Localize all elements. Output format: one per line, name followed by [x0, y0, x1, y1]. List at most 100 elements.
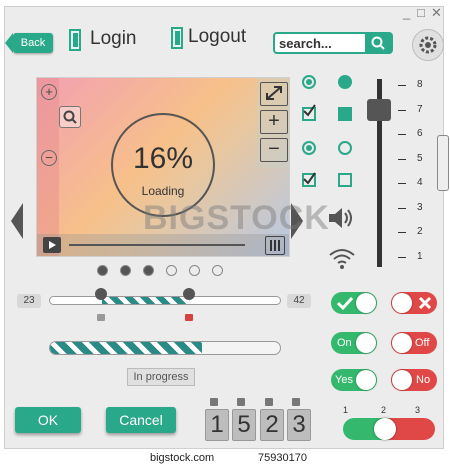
search-button[interactable] — [365, 34, 391, 52]
maximize-icon[interactable]: □ — [417, 6, 425, 21]
wifi-icon[interactable] — [327, 245, 357, 271]
close-icon[interactable]: ✕ — [431, 6, 442, 21]
page-dot-3[interactable] — [143, 265, 154, 276]
slider-tick-label: 6 — [417, 128, 423, 139]
settings-button[interactable] — [412, 29, 444, 61]
loading-label: Loading — [141, 184, 185, 198]
counter-knob[interactable] — [265, 398, 273, 406]
minimize-icon[interactable]: _ — [403, 6, 410, 21]
slider-tick — [398, 158, 406, 160]
toggle-knob — [392, 293, 412, 313]
seek-bar[interactable] — [69, 244, 245, 246]
fullscreen-button[interactable] — [260, 82, 288, 106]
watermark-footer: bigstock.com 75930170 — [0, 449, 450, 470]
view-tools: + − — [257, 78, 289, 168]
page-dot-5[interactable] — [189, 265, 200, 276]
counter-digit[interactable]: 5 — [232, 409, 256, 441]
slider-tick — [398, 134, 406, 135]
slider-tick-label: 8 — [417, 79, 423, 90]
zoom-plus-button[interactable]: + — [260, 110, 288, 134]
loading-percent: 16% — [132, 142, 194, 175]
no-label: No — [416, 374, 431, 386]
scroll-handle[interactable] — [437, 135, 449, 191]
ok-button[interactable]: OK — [15, 407, 81, 433]
counter-digit[interactable]: 3 — [287, 409, 311, 441]
range-min-value: 23 — [17, 294, 41, 308]
radio-4[interactable] — [338, 141, 352, 155]
on-label: On — [337, 337, 352, 349]
close-icon — [418, 296, 432, 310]
search-icon — [371, 36, 385, 50]
watermark-brand: BIGSTOCK — [143, 199, 330, 237]
slider-tick-label: 3 — [417, 201, 423, 213]
counter-knob[interactable] — [210, 398, 218, 406]
checkbox-1[interactable] — [302, 104, 316, 121]
search-box[interactable]: search... — [273, 32, 393, 54]
toggle-knob — [356, 370, 376, 390]
vertical-slider-thumb[interactable] — [367, 99, 391, 121]
tri-label-1: 1 — [343, 405, 349, 415]
no-toggle[interactable]: No — [391, 369, 437, 391]
page-dot-1[interactable] — [97, 265, 108, 276]
play-button[interactable] — [43, 237, 61, 253]
equalizer-button[interactable] — [265, 236, 285, 255]
yes-toggle[interactable]: Yes — [331, 369, 377, 391]
volume-icon[interactable] — [327, 205, 357, 231]
slider-tick-label: 1 — [417, 250, 423, 262]
check-icon — [303, 104, 316, 117]
watermark-site: bigstock.com — [150, 452, 215, 464]
counter-knob[interactable] — [292, 398, 300, 406]
slider-tick — [398, 85, 406, 86]
page-dot-4[interactable] — [166, 265, 177, 276]
slider-tick-label: 7 — [417, 103, 423, 115]
range-handle-left[interactable] — [95, 288, 107, 300]
page-dot-2[interactable] — [120, 265, 131, 276]
counter-digit[interactable]: 2 — [260, 409, 284, 441]
slider-tick — [398, 207, 406, 209]
login-door-icon[interactable] — [69, 29, 81, 51]
cancel-button[interactable]: Cancel — [106, 407, 176, 433]
check-toggle[interactable] — [331, 292, 377, 314]
cross-toggle[interactable] — [391, 292, 437, 314]
tri-label-3: 3 — [415, 405, 421, 415]
toggle-knob — [392, 333, 412, 353]
equalizer-icon — [270, 240, 280, 251]
counter-knob[interactable] — [237, 398, 245, 406]
slider-tick — [398, 109, 406, 111]
zoom-in-button[interactable]: + — [41, 84, 57, 100]
check-icon — [336, 296, 354, 311]
page-dot-6[interactable] — [212, 265, 223, 276]
magnifier-button[interactable] — [59, 106, 81, 128]
slider-tick-label: 2 — [417, 226, 423, 237]
watermark-id: 75930170 — [258, 452, 307, 464]
range-slider-track[interactable] — [49, 296, 281, 305]
back-button[interactable]: Back — [5, 33, 53, 53]
window-frame: _ □ ✕ Back Login Logout search... + − + … — [4, 6, 449, 449]
range-max-value: 42 — [287, 294, 311, 308]
tri-toggle-knob[interactable] — [374, 418, 396, 440]
yes-label: Yes — [335, 374, 353, 386]
zoom-out-button[interactable]: − — [41, 150, 57, 166]
radio-3[interactable] — [302, 141, 316, 155]
range-handle-right[interactable] — [183, 288, 195, 300]
login-link[interactable]: Login — [90, 28, 137, 50]
on-toggle[interactable]: On — [331, 332, 377, 354]
slider-tick-label: 5 — [417, 152, 423, 164]
slider-tick-label: 4 — [417, 177, 423, 188]
off-toggle[interactable]: Off — [391, 332, 437, 354]
slider-tick — [398, 232, 406, 233]
expand-icon — [266, 86, 282, 100]
magnifier-icon — [63, 110, 77, 124]
logout-link[interactable]: Logout — [188, 26, 246, 48]
checkbox-2[interactable] — [338, 107, 352, 121]
radio-2[interactable] — [338, 75, 352, 89]
previous-arrow[interactable] — [11, 203, 23, 239]
counter-digit[interactable]: 1 — [205, 409, 229, 441]
checkbox-4[interactable] — [338, 173, 352, 187]
radio-1[interactable] — [302, 75, 316, 89]
logout-door-icon[interactable] — [171, 27, 183, 49]
search-input[interactable]: search... — [279, 36, 332, 51]
unlock-icon — [97, 314, 105, 321]
zoom-minus-button[interactable]: − — [260, 138, 288, 162]
checkbox-3[interactable] — [302, 172, 316, 187]
